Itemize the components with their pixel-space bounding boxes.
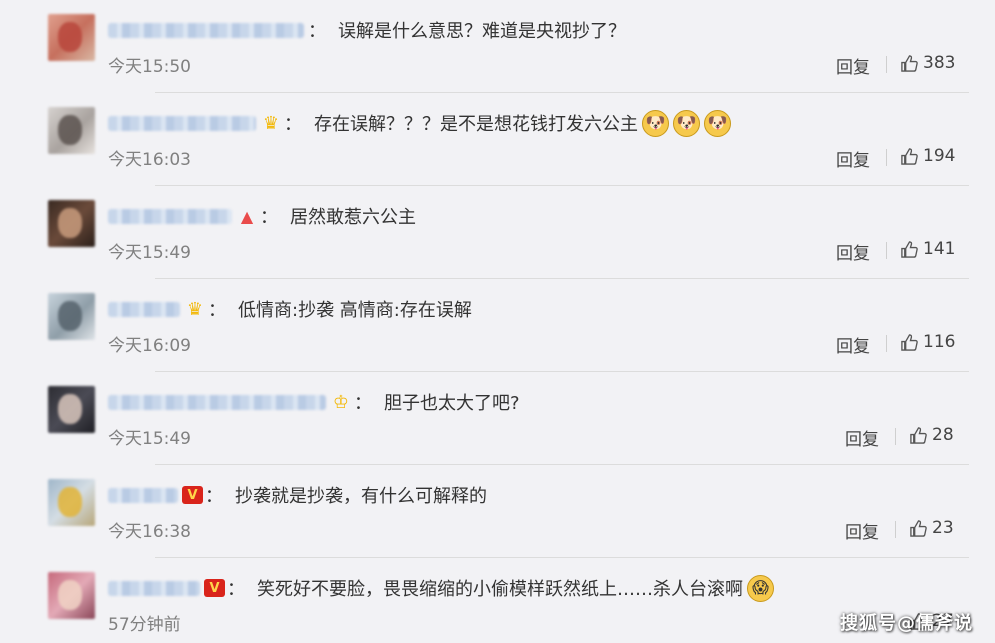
verified-v-icon: V: [204, 579, 225, 597]
avatar[interactable]: [48, 14, 95, 61]
comment-item: ： 误解是什么意思？难道是央视抄了？ 今天15:50 回复 383: [48, 0, 969, 93]
reply-button[interactable]: 回复: [836, 239, 870, 264]
doge-icon: 🐶: [704, 109, 731, 137]
thumbs-up-icon: [901, 54, 918, 72]
colon-separator: ：: [260, 207, 278, 228]
comment-item: V ： 抄袭就是抄袭，有什么可解释的 今天16:38 回复 23: [48, 465, 969, 558]
avatar[interactable]: [48, 479, 95, 526]
comment-item: ♔ ： 胆子也太大了吧? 今天15:49 回复 28: [48, 372, 969, 465]
username[interactable]: [108, 394, 326, 410]
thumbs-up-icon: [901, 147, 918, 165]
reply-button[interactable]: 回复: [836, 332, 870, 357]
avatar[interactable]: [48, 200, 95, 247]
avatar[interactable]: [48, 107, 95, 154]
colon-separator: ：: [284, 114, 302, 135]
thumbs-up-icon: [910, 426, 927, 444]
comment-text: 笑死好不要脸，畏畏缩缩的小偷模样跃然纸上……杀人台滚啊: [257, 579, 743, 600]
comment-item: ▲ ： 居然敢惹六公主 今天15:49 回复 141: [48, 186, 969, 279]
like-count: 383: [923, 53, 956, 73]
watermark: 搜狐号@儒斧说: [840, 613, 973, 634]
colon-separator: ：: [308, 21, 326, 42]
comment-text: 胆子也太大了吧?: [384, 393, 520, 414]
like-count: 28: [932, 425, 954, 445]
like-count: 194: [923, 146, 956, 166]
like-button[interactable]: 23: [909, 518, 954, 538]
thumbs-up-icon: [910, 519, 927, 537]
crown-face-icon: ♔: [332, 391, 350, 413]
comment-text: 存在误解？？？是不是想花钱打发六公主: [314, 114, 638, 135]
comment-time: 今天15:50: [108, 57, 191, 77]
avatar[interactable]: [48, 572, 95, 619]
colon-separator: ：: [208, 300, 226, 321]
like-button[interactable]: 141: [900, 239, 955, 259]
comment-item: ♛ ： 存在误解？？？是不是想花钱打发六公主 🐶 🐶 🐶 今天16:03 回复 …: [48, 93, 969, 186]
colon-separator: ：: [205, 486, 223, 507]
thumbs-up-icon: [901, 333, 918, 351]
doge-icon: 🐶: [673, 109, 700, 137]
action-divider: [886, 335, 887, 352]
comment-item: ♛ ： 低情商:抄袭 高情商:存在误解 今天16:09 回复 116: [48, 279, 969, 372]
reply-button[interactable]: 回复: [845, 425, 879, 450]
action-divider: [886, 56, 887, 73]
action-divider: [895, 521, 896, 538]
gold-crown-icon: ♛: [262, 112, 280, 134]
comment-item: V ： 笑死好不要脸，畏畏缩缩的小偷模样跃然纸上……杀人台滚啊 😱 57分钟前 …: [48, 558, 969, 643]
username[interactable]: [108, 115, 256, 131]
action-divider: [886, 149, 887, 166]
like-count: 116: [923, 332, 956, 352]
comment-text: 误解是什么意思？难道是央视抄了？: [338, 21, 626, 42]
avatar[interactable]: [48, 386, 95, 433]
thumbs-up-icon: [901, 240, 918, 258]
username[interactable]: [108, 22, 304, 38]
avatar[interactable]: [48, 293, 95, 340]
comment-time: 57分钟前: [108, 615, 181, 635]
like-count: 141: [923, 239, 956, 259]
gold-crown-icon: ♛: [186, 298, 204, 320]
like-button[interactable]: 28: [909, 425, 954, 445]
comment-time: 今天16:09: [108, 336, 191, 356]
colon-separator: ：: [227, 579, 245, 600]
doge-icon: 🐶: [642, 109, 669, 137]
scream-icon: 😱: [747, 574, 774, 602]
verified-v-icon: V: [182, 486, 203, 504]
comment-text: 居然敢惹六公主: [290, 207, 416, 228]
like-count: 23: [932, 518, 954, 538]
username[interactable]: [108, 301, 180, 317]
like-button[interactable]: 116: [900, 332, 955, 352]
comment-text: 低情商:抄袭 高情商:存在误解: [238, 300, 472, 321]
comment-time: 今天16:38: [108, 522, 191, 542]
comment-text: 抄袭就是抄袭，有什么可解释的: [235, 486, 487, 507]
comment-time: 今天16:03: [108, 150, 191, 170]
like-button[interactable]: 194: [900, 146, 955, 166]
comment-time: 今天15:49: [108, 243, 191, 263]
action-divider: [895, 428, 896, 445]
reply-button[interactable]: 回复: [836, 146, 870, 171]
username[interactable]: [108, 580, 200, 596]
like-button[interactable]: 383: [900, 53, 955, 73]
comment-time: 今天15:49: [108, 429, 191, 449]
username[interactable]: [108, 487, 178, 503]
username[interactable]: [108, 208, 232, 224]
reply-button[interactable]: 回复: [845, 518, 879, 543]
colon-separator: ：: [354, 393, 372, 414]
red-badge-icon: ▲: [240, 206, 254, 226]
action-divider: [886, 242, 887, 259]
reply-button[interactable]: 回复: [836, 53, 870, 78]
